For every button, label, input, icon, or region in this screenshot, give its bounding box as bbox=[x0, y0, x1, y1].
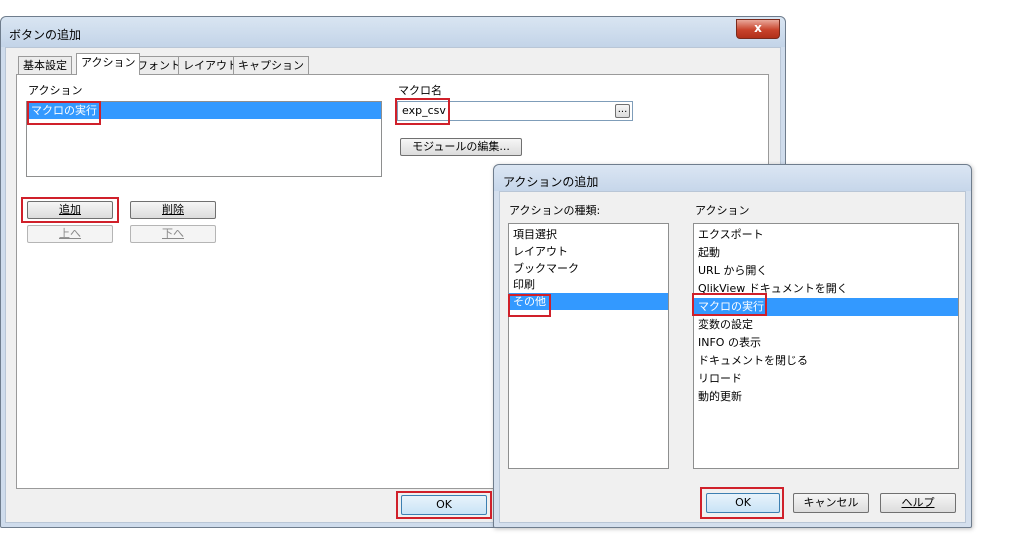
tab-basic-settings[interactable]: 基本設定 bbox=[18, 56, 72, 74]
action-item-reload[interactable]: リロード bbox=[694, 370, 958, 388]
highlight-add-button bbox=[21, 197, 119, 223]
browse-button[interactable]: ... bbox=[615, 104, 630, 118]
add-action-title: アクションの追加 bbox=[503, 175, 599, 189]
help-button-label: ヘルプ bbox=[901, 496, 935, 509]
tab-action[interactable]: アクション bbox=[76, 53, 141, 75]
macro-name-label: マクロ名 bbox=[398, 84, 442, 97]
action-type-listbox[interactable]: 項目選択 レイアウト ブックマーク 印刷 その他 bbox=[508, 223, 669, 469]
action-item-show-info[interactable]: INFO の表示 bbox=[694, 334, 958, 352]
highlight-type-other bbox=[508, 294, 551, 317]
type-item-layout[interactable]: レイアウト bbox=[509, 243, 668, 260]
delete-button[interactable]: 削除 bbox=[130, 201, 216, 219]
cancel-button[interactable]: キャンセル bbox=[793, 493, 869, 513]
highlight-run-macro-action bbox=[692, 293, 767, 316]
action-item-export[interactable]: エクスポート bbox=[694, 226, 958, 244]
action-item-launch[interactable]: 起動 bbox=[694, 244, 958, 262]
tab-caption[interactable]: キャプション bbox=[233, 56, 309, 74]
dialog-title: ボタンの追加 bbox=[9, 28, 82, 42]
move-up-label: 上へ bbox=[59, 227, 81, 240]
action-item-dynamic-update[interactable]: 動的更新 bbox=[694, 388, 958, 406]
move-up-button[interactable]: 上へ bbox=[27, 225, 113, 243]
action-type-label: アクションの種類: bbox=[509, 204, 601, 217]
edit-module-button[interactable]: モジュールの編集... bbox=[400, 138, 522, 156]
highlight-macro-name bbox=[395, 98, 450, 125]
type-item-print[interactable]: 印刷 bbox=[509, 277, 668, 293]
action-item-close-document[interactable]: ドキュメントを閉じる bbox=[694, 352, 958, 370]
help-button[interactable]: ヘルプ bbox=[880, 493, 956, 513]
action-listbox[interactable]: エクスポート 起動 URL から開く QlikView ドキュメントを開く マク… bbox=[693, 223, 959, 469]
close-button[interactable]: x bbox=[736, 19, 780, 39]
action-item-open-url[interactable]: URL から開く bbox=[694, 262, 958, 280]
actions-label: アクション bbox=[28, 84, 83, 97]
highlight-run-macro bbox=[27, 101, 101, 125]
title-bar[interactable]: ボタンの追加 x bbox=[1, 17, 785, 47]
move-down-button[interactable]: 下へ bbox=[130, 225, 216, 243]
move-down-label: 下へ bbox=[162, 227, 184, 240]
type-item-bookmark[interactable]: ブックマーク bbox=[509, 260, 668, 277]
add-action-dialog: アクションの追加 アクションの種類: 項目選択 レイアウト ブックマーク 印刷 … bbox=[493, 164, 972, 528]
action-list-label: アクション bbox=[695, 204, 750, 217]
highlight-main-ok bbox=[396, 491, 492, 519]
add-action-title-bar[interactable]: アクションの追加 bbox=[494, 165, 971, 191]
highlight-add-action-ok bbox=[700, 487, 784, 519]
delete-button-label: 削除 bbox=[162, 203, 184, 216]
type-item-field-select[interactable]: 項目選択 bbox=[509, 226, 668, 243]
action-item-set-variable[interactable]: 変数の設定 bbox=[694, 316, 958, 334]
